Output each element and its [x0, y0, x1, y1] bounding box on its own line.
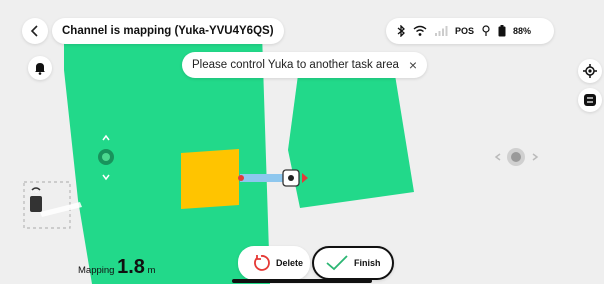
- toast-message: Please control Yuka to another task area: [192, 59, 399, 71]
- finish-button[interactable]: Finish: [312, 246, 394, 280]
- page-title: Channel is mapping (Yuka-YVU4Y6QS): [52, 18, 284, 44]
- locate-icon: [583, 64, 597, 78]
- rtk-label: RTK: [31, 189, 39, 194]
- map-zone-right: [288, 75, 414, 208]
- path-start-dot: [238, 175, 244, 181]
- status-bar: POS 88%: [386, 18, 554, 44]
- pos-signal-icon: [482, 25, 490, 36]
- pos-label: POS: [455, 26, 475, 36]
- battery-level: 88%: [513, 26, 532, 36]
- page-title-text: Channel is mapping (Yuka-YVU4Y6QS): [62, 25, 274, 37]
- delete-button[interactable]: Delete: [238, 246, 310, 280]
- delete-label: Delete: [276, 258, 304, 268]
- layers-icon: [584, 94, 596, 106]
- back-icon: [30, 25, 38, 37]
- bluetooth-icon: [397, 25, 405, 37]
- mapping-value: 1.8: [117, 256, 145, 278]
- delete-icon: [254, 255, 270, 271]
- battery-icon: [498, 25, 506, 37]
- cellular-icon: [435, 26, 448, 36]
- close-icon[interactable]: ×: [409, 57, 417, 73]
- map-obstacle: [181, 149, 239, 209]
- mapping-label: Mapping: [78, 265, 115, 276]
- layers-button[interactable]: [578, 88, 602, 112]
- notification-button[interactable]: [28, 56, 52, 80]
- notification-toast: Please control Yuka to another task area…: [182, 52, 428, 78]
- mapping-distance: Mapping 1.8 m: [78, 256, 155, 279]
- locate-button[interactable]: [578, 59, 602, 83]
- finish-icon: [326, 255, 348, 271]
- finish-label: Finish: [354, 258, 381, 268]
- mapping-unit: m: [147, 265, 156, 276]
- back-button[interactable]: [22, 18, 48, 44]
- home-indicator: [232, 279, 372, 283]
- mapping-path: [240, 174, 284, 182]
- wifi-icon: [413, 25, 427, 36]
- bell-icon: [35, 63, 45, 75]
